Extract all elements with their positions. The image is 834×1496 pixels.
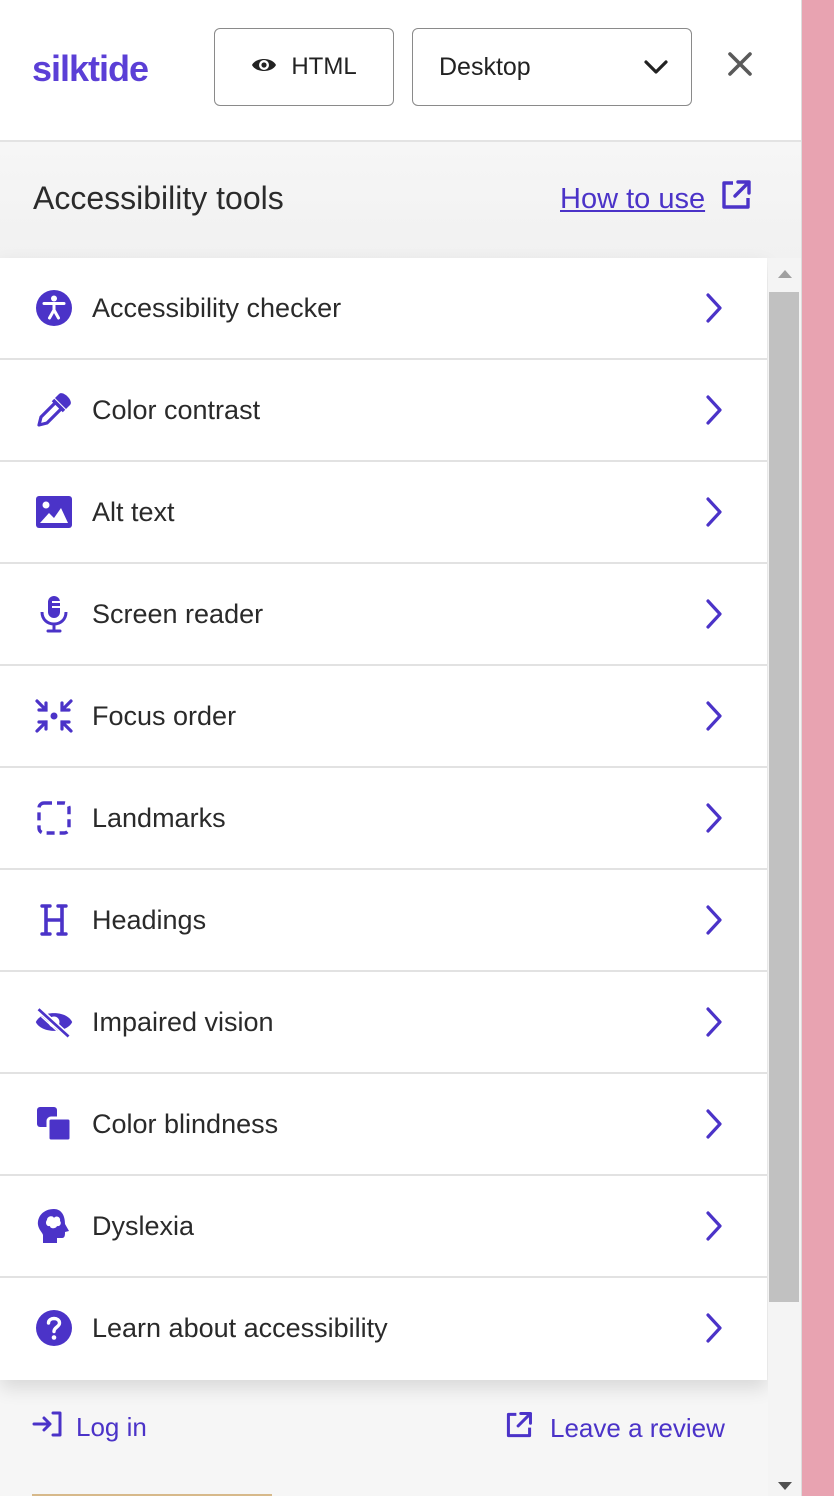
leave-review-label: Leave a review — [550, 1413, 725, 1443]
eye-slash-icon — [34, 1002, 74, 1042]
accessibility-panel: silktide HTML Desktop Accessibility tool… — [0, 0, 802, 1496]
chevron-right-icon — [706, 803, 722, 833]
question-icon — [34, 1308, 74, 1348]
tool-item-label: Alt text — [92, 496, 175, 527]
scroll-up-arrow-icon[interactable] — [778, 270, 792, 278]
tool-item-focus-order[interactable]: Focus order — [0, 666, 767, 768]
chevron-right-icon — [706, 395, 722, 425]
brain-head-icon — [34, 1206, 74, 1246]
tool-item-label: Color blindness — [92, 1108, 279, 1139]
device-select-value: Desktop — [439, 52, 531, 81]
external-link-icon — [719, 178, 753, 220]
background-page-strip — [801, 0, 834, 1496]
device-select[interactable]: Desktop — [412, 28, 692, 106]
tool-item-label: Headings — [92, 904, 207, 935]
tool-item-label: Focus order — [92, 700, 237, 731]
image-icon — [34, 492, 74, 532]
page: silktide HTML Desktop Accessibility tool… — [0, 0, 834, 1496]
tool-item-dyslexia[interactable]: Dyslexia — [0, 1176, 767, 1278]
tool-item-learn-about-accessibility[interactable]: Learn about accessibility — [0, 1278, 767, 1378]
tool-item-label: Dyslexia — [92, 1210, 195, 1241]
microphone-icon — [34, 594, 74, 634]
silktide-logo[interactable]: silktide — [32, 48, 149, 90]
close-button[interactable] — [720, 46, 760, 86]
how-to-use-link[interactable]: How to use — [560, 178, 753, 220]
tool-item-color-contrast[interactable]: Color contrast — [0, 360, 767, 462]
focus-arrows-icon — [34, 696, 74, 736]
panel-footer: Log in Leave a review — [0, 1380, 767, 1496]
chevron-right-icon — [706, 701, 722, 731]
tool-item-label: Color contrast — [92, 394, 261, 425]
tool-item-accessibility-checker[interactable]: Accessibility checker — [0, 258, 767, 360]
chevron-right-icon — [706, 905, 722, 935]
chevron-right-icon — [706, 1109, 722, 1139]
tool-item-screen-reader[interactable]: Screen reader — [0, 564, 767, 666]
scrollbar-thumb[interactable] — [769, 292, 799, 1302]
tool-item-alt-text[interactable]: Alt text — [0, 462, 767, 564]
tools-list: Accessibility checker Color contrast Alt… — [0, 258, 767, 1380]
log-in-link[interactable]: Log in — [32, 1410, 147, 1445]
overlapping-squares-icon — [34, 1104, 74, 1144]
html-view-button[interactable]: HTML — [214, 28, 394, 106]
external-link-icon — [504, 1410, 534, 1447]
log-in-label: Log in — [76, 1412, 147, 1442]
heading-icon — [34, 900, 74, 940]
chevron-right-icon — [706, 1007, 722, 1037]
how-to-use-label: How to use — [560, 182, 706, 215]
chevron-down-icon — [643, 53, 669, 82]
tool-item-impaired-vision[interactable]: Impaired vision — [0, 972, 767, 1074]
tool-item-label: Landmarks — [92, 802, 226, 833]
accessibility-icon — [34, 288, 74, 328]
section-title: Accessibility tools — [33, 180, 284, 216]
leave-review-link[interactable]: Leave a review — [504, 1410, 725, 1447]
eye-icon — [251, 53, 277, 81]
dashed-square-icon — [34, 798, 74, 838]
tool-item-label: Impaired vision — [92, 1006, 274, 1037]
chevron-right-icon — [706, 497, 722, 527]
chevron-right-icon — [706, 1313, 722, 1343]
close-icon — [726, 50, 754, 83]
tool-item-label: Accessibility checker — [92, 292, 342, 323]
sign-in-icon — [32, 1410, 64, 1445]
chevron-right-icon — [706, 1211, 722, 1241]
scroll-down-arrow-icon[interactable] — [778, 1482, 792, 1490]
chevron-right-icon — [706, 599, 722, 629]
tool-item-label: Screen reader — [92, 598, 264, 629]
tool-item-label: Learn about accessibility — [92, 1312, 388, 1343]
html-button-label: HTML — [291, 53, 357, 80]
panel-header: silktide HTML Desktop — [0, 0, 801, 142]
eyedropper-icon — [34, 390, 74, 430]
tool-item-color-blindness[interactable]: Color blindness — [0, 1074, 767, 1176]
tool-item-headings[interactable]: Headings — [0, 870, 767, 972]
chevron-right-icon — [706, 293, 722, 323]
tool-item-landmarks[interactable]: Landmarks — [0, 768, 767, 870]
section-header: Accessibility tools How to use — [0, 142, 801, 258]
